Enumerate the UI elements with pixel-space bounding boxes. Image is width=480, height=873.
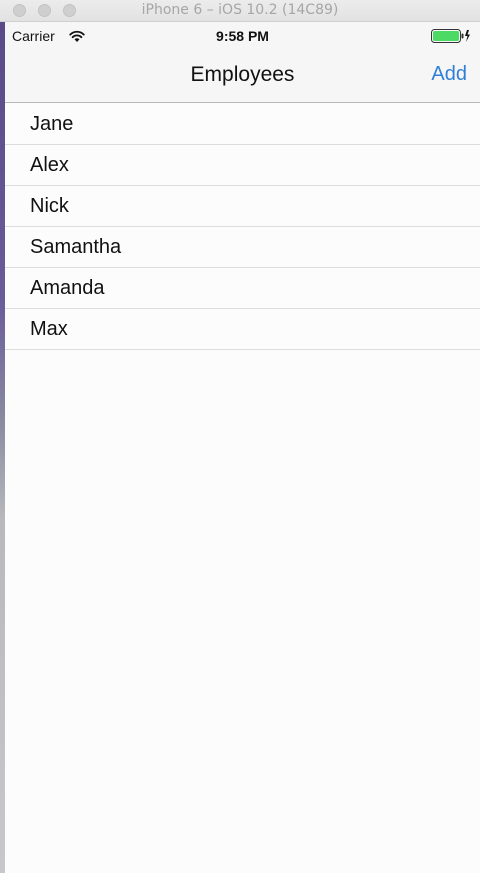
list-item[interactable]: Amanda [5,268,480,309]
list-item[interactable]: Alex [5,145,480,186]
simulator-window: iPhone 6 – iOS 10.2 (14C89) Carrier 9:58… [0,0,480,873]
device-screen: Carrier 9:58 PM Employees Add Jane Alex … [5,22,480,873]
employee-list: Jane Alex Nick Samantha Amanda Max [5,104,480,350]
list-item[interactable]: Max [5,309,480,350]
list-item[interactable]: Samantha [5,227,480,268]
window-title: iPhone 6 – iOS 10.2 (14C89) [141,2,339,18]
status-bar: Carrier 9:58 PM [5,22,480,50]
add-button[interactable]: Add [431,63,467,86]
list-item[interactable]: Jane [5,104,480,145]
battery-icon [431,29,470,43]
page-title: Employees [190,63,295,86]
list-item[interactable]: Nick [5,186,480,227]
navigation-bar: Employees Add [5,50,480,103]
window-titlebar: iPhone 6 – iOS 10.2 (14C89) [0,0,480,22]
status-time: 9:58 PM [216,28,269,44]
